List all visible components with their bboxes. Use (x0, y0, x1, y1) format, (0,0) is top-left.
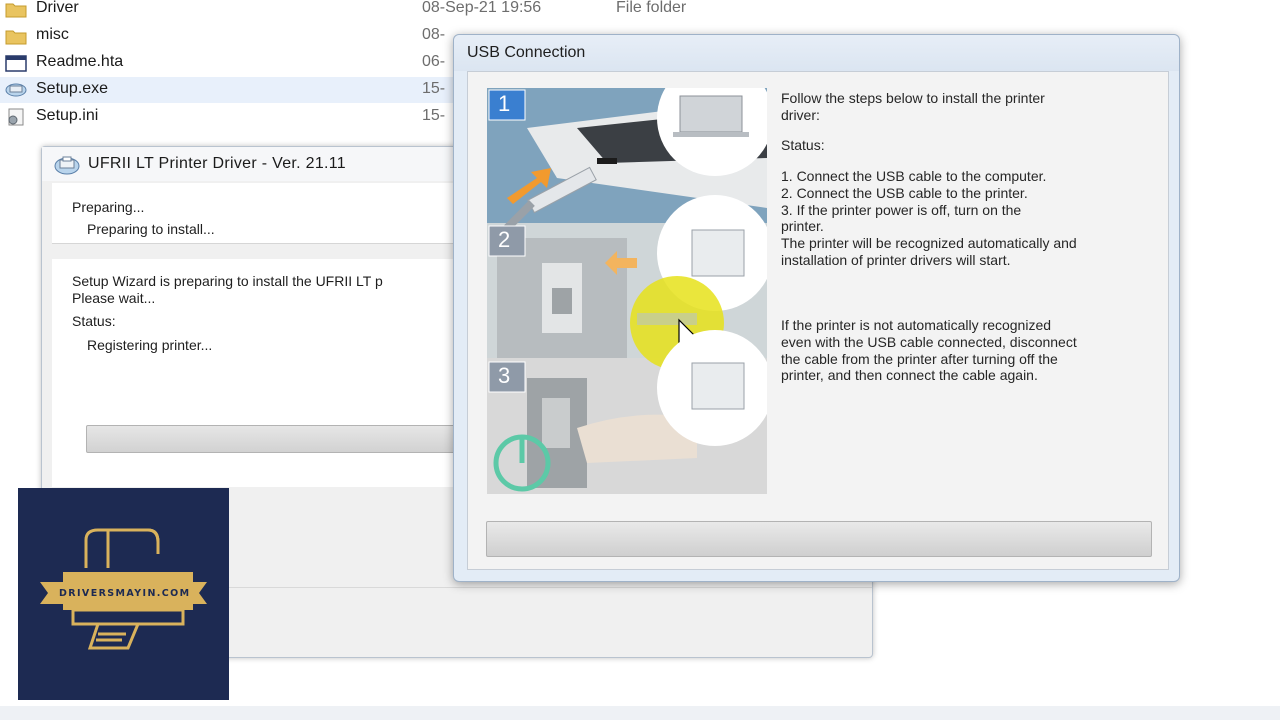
usb-setup-illustration (487, 88, 767, 494)
usb-status-label: Status: (781, 137, 825, 154)
file-name: misc (36, 26, 69, 43)
file-row-driver[interactable]: Driver 08-Sep-21 19:56 File folder (0, 0, 760, 22)
step-badge-3: 3 (498, 363, 511, 388)
file-date: 15- (422, 80, 446, 97)
file-name: Readme.hta (36, 53, 124, 70)
usb-dialog-titlebar[interactable]: USB Connection (454, 35, 1179, 71)
usb-progress-bar (486, 521, 1152, 557)
usb-steps-text: 1. Connect the USB cable to the computer… (781, 168, 1077, 268)
file-name: Setup.exe (36, 80, 109, 97)
file-date: 08-Sep-21 19:56 (422, 0, 542, 16)
file-name: Setup.ini (36, 107, 99, 124)
usb-dialog-content: 1 2 3 Follow the steps below to install … (467, 71, 1169, 570)
hta-file-icon (5, 55, 27, 72)
watermark-text: DRIVERSMAYIN.COM (59, 588, 191, 599)
usb-instructions: Follow the steps below to install the pr… (781, 90, 1161, 384)
file-date: 15- (422, 107, 446, 124)
bottom-status-strip (0, 706, 1280, 720)
wizard-heading: Preparing... (72, 199, 145, 215)
wizard-message: Setup Wizard is preparing to install the… (72, 273, 383, 289)
wizard-status-value: Registering printer... (87, 337, 213, 353)
printer-setup-icon (54, 156, 80, 175)
usb-intro-text: Follow the steps below to install the pr… (781, 90, 1045, 123)
usb-note-text: If the printer is not automatically reco… (781, 317, 1077, 384)
wizard-subheading: Preparing to install... (87, 221, 215, 237)
setup-exe-icon (5, 83, 27, 97)
step-badge-2: 2 (498, 227, 511, 252)
folder-icon (5, 30, 27, 45)
usb-connection-dialog: USB Connection 1 2 3 Follow the steps be… (453, 34, 1180, 582)
wizard-status-label: Status: (72, 313, 116, 329)
step-badge-1: 1 (498, 91, 511, 116)
file-date: 08- (422, 26, 446, 43)
file-type: File folder (616, 0, 687, 16)
file-name: Driver (36, 0, 79, 16)
settings-file-icon (8, 108, 24, 126)
watermark-logo: DRIVERSMAYIN.COM (18, 488, 229, 700)
usb-dialog-title: USB Connection (467, 44, 586, 61)
wizard-title: UFRII LT Printer Driver - Ver. 21.11 (88, 155, 346, 172)
folder-icon (5, 3, 27, 18)
wizard-wait-message: Please wait... (72, 290, 156, 306)
file-date: 06- (422, 53, 446, 70)
